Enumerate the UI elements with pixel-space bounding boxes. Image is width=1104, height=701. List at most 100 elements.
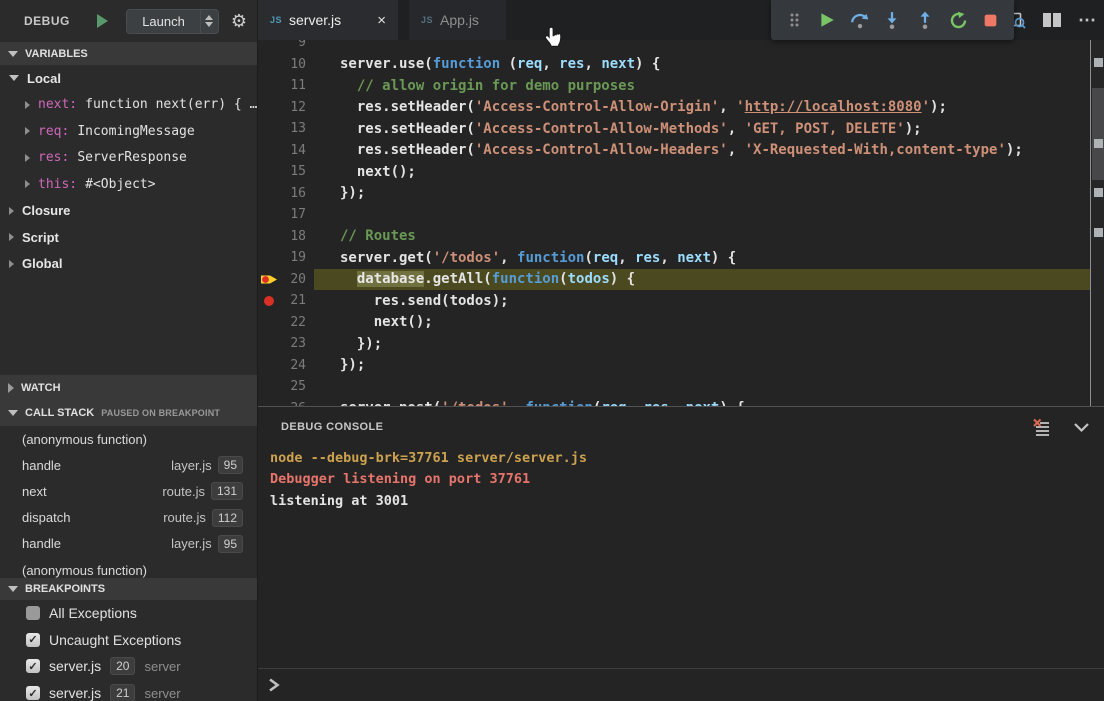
clear-console-icon[interactable] bbox=[1032, 418, 1051, 437]
breakpoint-row[interactable]: ✓server.js21server bbox=[0, 680, 257, 701]
gutter-breakpoint-zone[interactable] bbox=[258, 40, 280, 54]
gutter-breakpoint-zone[interactable] bbox=[258, 204, 280, 226]
breakpoint-icon bbox=[263, 295, 275, 307]
tab-app-js[interactable]: JS App.js bbox=[409, 0, 506, 40]
gutter-breakpoint-zone[interactable] bbox=[258, 54, 280, 76]
variable-name: next: bbox=[38, 97, 77, 112]
stop-button[interactable] bbox=[978, 7, 1004, 33]
variable-row[interactable]: req:IncomingMessage bbox=[0, 118, 257, 145]
code-line[interactable]: 16}); bbox=[258, 183, 1090, 205]
line-number: 20 bbox=[280, 272, 306, 287]
breakpoint-checkbox[interactable]: ✓ bbox=[26, 686, 40, 700]
code-editor[interactable]: 910server.use(function (req, res, next) … bbox=[258, 40, 1104, 406]
code-line[interactable]: 22 next(); bbox=[258, 312, 1090, 334]
code-line[interactable]: 14 res.setHeader('Access-Control-Allow-H… bbox=[258, 140, 1090, 162]
watch-header-label: WATCH bbox=[21, 382, 61, 394]
gutter-breakpoint-zone[interactable] bbox=[258, 333, 280, 355]
breakpoint-label: Uncaught Exceptions bbox=[49, 632, 181, 648]
line-number: 23 bbox=[280, 336, 306, 351]
gutter-breakpoint-zone[interactable] bbox=[258, 312, 280, 334]
gutter-breakpoint-zone[interactable] bbox=[258, 290, 280, 312]
breakpoint-row[interactable]: ✓server.js20server bbox=[0, 653, 257, 680]
launch-config-dropdown[interactable]: Launch bbox=[126, 9, 219, 34]
gutter-breakpoint-zone[interactable] bbox=[258, 75, 280, 97]
breakpoint-row[interactable]: All Exceptions bbox=[0, 600, 257, 627]
gutter-breakpoint-zone[interactable] bbox=[258, 355, 280, 377]
code-line[interactable]: 23 }); bbox=[258, 333, 1090, 355]
step-into-button[interactable] bbox=[879, 7, 905, 33]
code-line[interactable]: 19server.get('/todos', function(req, res… bbox=[258, 247, 1090, 269]
code-token: }); bbox=[340, 336, 382, 352]
stack-frame-row[interactable]: dispatchroute.js112 bbox=[0, 505, 257, 531]
code-line[interactable]: 21 res.send(todos); bbox=[258, 290, 1090, 312]
restart-button[interactable] bbox=[945, 7, 971, 33]
code-line[interactable]: 12 res.setHeader('Access-Control-Allow-O… bbox=[258, 97, 1090, 119]
code-line[interactable]: 11 // allow origin for demo purposes bbox=[258, 75, 1090, 97]
stack-frame-row[interactable]: handlelayer.js95 bbox=[0, 531, 257, 557]
watch-header[interactable]: WATCH bbox=[0, 375, 257, 400]
stack-frame-row[interactable]: nextroute.js131 bbox=[0, 478, 257, 504]
current-line-arrow-icon bbox=[259, 273, 279, 286]
debug-console-panel: DEBUG CONSOLE node --debug-brk=37761 ser… bbox=[258, 406, 1104, 701]
breakpoint-checkbox[interactable]: ✓ bbox=[26, 633, 40, 647]
variable-value: ServerResponse bbox=[77, 150, 187, 165]
stack-frame-row[interactable]: (anonymous function) bbox=[0, 557, 257, 578]
variable-scope-row[interactable]: Script bbox=[0, 224, 257, 251]
gutter-breakpoint-zone[interactable] bbox=[258, 97, 280, 119]
breakpoint-row[interactable]: ✓ Uncaught Exceptions bbox=[0, 627, 257, 654]
code-token: , bbox=[728, 142, 745, 158]
stack-frame-row[interactable]: handlelayer.js95 bbox=[0, 452, 257, 478]
code-line[interactable]: 18// Routes bbox=[258, 226, 1090, 248]
gutter-breakpoint-zone[interactable] bbox=[258, 183, 280, 205]
code-line[interactable]: 15 next(); bbox=[258, 161, 1090, 183]
tab-server-js[interactable]: JS server.js × bbox=[258, 0, 398, 40]
variable-scope-row[interactable]: Closure bbox=[0, 198, 257, 225]
console-input[interactable] bbox=[258, 668, 1104, 701]
variable-row[interactable]: res:ServerResponse bbox=[0, 145, 257, 172]
code-token: 'Access-Control-Allow-Headers' bbox=[475, 142, 728, 158]
breakpoint-checkbox[interactable] bbox=[26, 606, 40, 620]
breakpoints-header[interactable]: BREAKPOINTS bbox=[0, 578, 257, 600]
code-line[interactable]: 9 bbox=[258, 40, 1090, 54]
variables-header[interactable]: VARIABLES bbox=[0, 42, 257, 65]
variable-scope-row[interactable]: Local bbox=[0, 65, 257, 92]
start-debug-button[interactable] bbox=[92, 10, 112, 32]
step-out-button[interactable] bbox=[912, 7, 938, 33]
code-line[interactable]: 13 res.setHeader('Access-Control-Allow-M… bbox=[258, 118, 1090, 140]
gutter-breakpoint-zone[interactable] bbox=[258, 226, 280, 248]
gutter-breakpoint-zone[interactable] bbox=[258, 398, 280, 407]
ruler-marker bbox=[1094, 188, 1103, 197]
variable-row[interactable]: next:function next(err) { … bbox=[0, 92, 257, 119]
toolbar-grip-icon[interactable] bbox=[781, 7, 807, 33]
frame-file: layer.js bbox=[171, 536, 211, 551]
code-line[interactable]: 20 database.getAll(function(todos) { bbox=[258, 269, 1090, 291]
gutter-breakpoint-zone[interactable] bbox=[258, 118, 280, 140]
step-over-button[interactable] bbox=[847, 7, 873, 33]
code-line-text: next(); bbox=[314, 161, 1090, 183]
variable-scope-row[interactable]: Global bbox=[0, 251, 257, 278]
gutter-breakpoint-zone[interactable] bbox=[258, 140, 280, 162]
code-line[interactable]: 10server.use(function (req, res, next) { bbox=[258, 54, 1090, 76]
call-stack-header[interactable]: CALL STACK PAUSED ON BREAKPOINT bbox=[0, 400, 257, 426]
breakpoint-checkbox[interactable]: ✓ bbox=[26, 659, 40, 673]
gutter-breakpoint-zone[interactable] bbox=[258, 269, 280, 291]
code-line[interactable]: 26server.post('/todos', function(req, re… bbox=[258, 398, 1090, 407]
gutter-breakpoint-zone[interactable] bbox=[258, 376, 280, 398]
code-line[interactable]: 25 bbox=[258, 376, 1090, 398]
line-number: 15 bbox=[280, 164, 306, 179]
scrollbar-thumb[interactable] bbox=[1092, 88, 1104, 180]
collapse-panel-icon[interactable] bbox=[1073, 421, 1090, 433]
continue-button[interactable] bbox=[814, 7, 840, 33]
chevron-down-icon bbox=[8, 586, 18, 592]
gutter-breakpoint-zone[interactable] bbox=[258, 161, 280, 183]
gear-icon[interactable]: ⚙ bbox=[231, 11, 247, 32]
split-editor-icon[interactable] bbox=[1042, 12, 1062, 28]
variable-row[interactable]: this:#<Object> bbox=[0, 171, 257, 198]
stack-frame-row[interactable]: (anonymous function) bbox=[0, 426, 257, 452]
close-icon[interactable]: × bbox=[377, 13, 386, 28]
code-line[interactable]: 17 bbox=[258, 204, 1090, 226]
ruler-marker bbox=[1094, 228, 1103, 237]
gutter-breakpoint-zone[interactable] bbox=[258, 247, 280, 269]
code-line[interactable]: 24}); bbox=[258, 355, 1090, 377]
more-actions-icon[interactable]: ⋯ bbox=[1078, 10, 1096, 31]
